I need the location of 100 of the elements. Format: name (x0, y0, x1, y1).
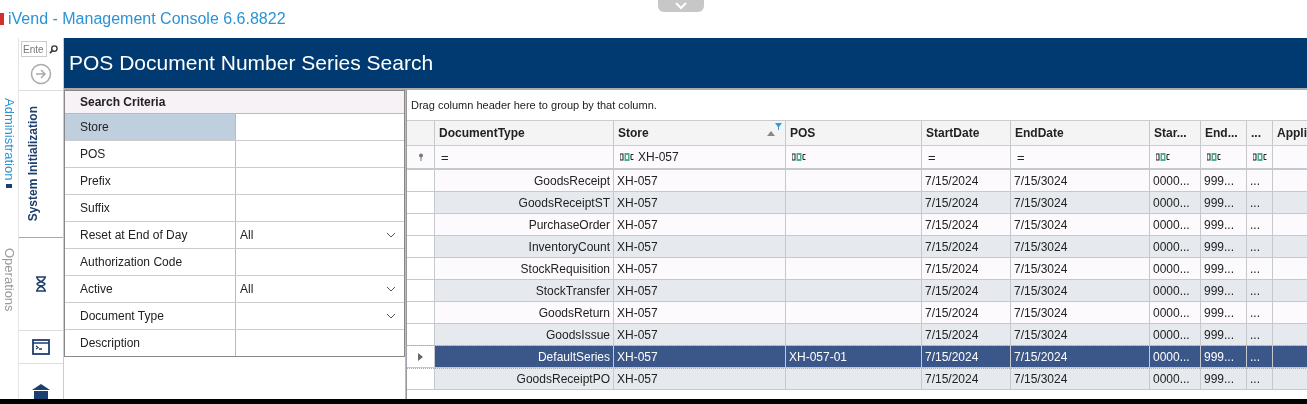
table-cell: ... (1250, 217, 1260, 232)
table-cell: 999... (1204, 217, 1235, 232)
arrow-right-circle-icon[interactable] (30, 63, 52, 85)
column-header[interactable]: DocumentType (435, 121, 614, 145)
chevron-down-icon (386, 286, 396, 292)
table-cell: ... (1250, 327, 1260, 342)
table-cell: GoodsReceiptPO (516, 371, 610, 386)
criteria-label[interactable]: Prefix (65, 168, 236, 194)
criteria-label[interactable]: Authorization Code (65, 249, 236, 275)
table-cell: XH-057 (617, 327, 658, 342)
table-cell: PurchaseOrder (528, 217, 610, 232)
criteria-label[interactable]: Reset at End of Day (65, 222, 236, 248)
filter-operator[interactable]: = (1017, 149, 1025, 165)
table-cell: 7/15/3024 (1014, 305, 1068, 320)
dropdown-field[interactable]: All (236, 276, 404, 302)
selection-bar (6, 184, 12, 188)
table-row[interactable]: PurchaseOrder XH-057 7/15/2024 7/15/3024 0000... 999... ... (407, 214, 1307, 236)
table-cell: 7/15/2024 (925, 327, 979, 342)
collapse-tab[interactable] (658, 0, 704, 12)
table-cell: 999... (1204, 349, 1235, 364)
criteria-label[interactable]: Description (65, 330, 236, 356)
table-cell: 7/15/2024 (925, 173, 979, 188)
table-cell: 0000... (1153, 327, 1190, 342)
table-cell: ... (1250, 239, 1260, 254)
criteria-label[interactable]: Active (65, 276, 236, 302)
table-cell: 7/15/2024 (925, 239, 979, 254)
group-by-hint: Drag column header here to group by that column. (410, 98, 658, 113)
table-cell: 7/15/3024 (1014, 239, 1068, 254)
search-icon[interactable] (49, 44, 58, 54)
table-cell: ... (1250, 349, 1260, 364)
table-cell: ... (1250, 371, 1260, 386)
table-cell: ... (1250, 173, 1260, 188)
column-header[interactable]: StartDate (922, 121, 1011, 145)
column-header[interactable]: End... (1201, 121, 1247, 145)
table-cell: 0000... (1153, 371, 1190, 386)
window-title: iVend - Management Console 6.6.8822 (8, 10, 286, 28)
table-cell: XH-057 (617, 217, 658, 232)
terminal-icon[interactable] (32, 339, 50, 355)
table-cell: 7/15/2024 (925, 261, 979, 276)
hourglass-icon[interactable] (35, 276, 47, 292)
table-row[interactable]: GoodsIssue XH-057 7/15/2024 7/15/3024 0000... 999... ... (407, 324, 1307, 346)
table-cell: 999... (1204, 305, 1235, 320)
search-field[interactable]: Ente (21, 41, 47, 57)
app-logo-icon (0, 13, 4, 25)
filter-value[interactable]: XH-057 (638, 150, 679, 164)
table-row[interactable]: DefaultSeries XH-057 XH-057-01 7/15/2024 7/15/2024 0000... 999... ... (407, 346, 1307, 368)
table-cell: 7/15/3024 (1014, 261, 1068, 276)
table-row[interactable]: GoodsReceipt XH-057 7/15/2024 7/15/3024 0000... 999... ... (407, 170, 1307, 192)
table-cell: 999... (1204, 173, 1235, 188)
table-cell: 0000... (1153, 283, 1190, 298)
table-row[interactable]: GoodsReturn XH-057 7/15/2024 7/15/3024 0000... 999... ... (407, 302, 1307, 324)
table-cell: 999... (1204, 195, 1235, 210)
text-filter-icon[interactable] (1207, 153, 1221, 161)
dropdown-field[interactable]: All (236, 222, 404, 248)
table-cell: XH-057 (617, 371, 658, 386)
criteria-label[interactable]: Store (65, 114, 236, 140)
table-cell: XH-057 (617, 283, 658, 298)
table-row[interactable]: StockRequisition XH-057 7/15/2024 7/15/3024 0000... 999... ... (407, 258, 1307, 280)
table-cell: ... (1250, 261, 1260, 276)
table-cell: 7/15/2024 (925, 305, 979, 320)
table-cell: 0000... (1153, 195, 1190, 210)
table-cell: XH-057-01 (789, 349, 848, 364)
text-filter-icon[interactable] (1156, 153, 1170, 161)
table-cell: StockTransfer (535, 283, 610, 298)
table-cell: XH-057 (617, 195, 658, 210)
criteria-label[interactable]: Document Type (65, 303, 236, 329)
filter-icon[interactable] (775, 123, 782, 130)
table-cell: 999... (1204, 261, 1235, 276)
text-filter-icon[interactable] (620, 153, 634, 161)
table-cell: 7/15/2024 (1014, 349, 1068, 364)
sort-ascending-icon (767, 130, 775, 136)
table-cell: 7/15/3024 (1014, 173, 1068, 188)
table-cell: 0000... (1153, 305, 1190, 320)
column-header[interactable]: Star... (1150, 121, 1201, 145)
table-row[interactable]: GoodsReceiptST XH-057 7/15/2024 7/15/3024 0000... 999... ... (407, 192, 1307, 214)
page-title: POS Document Number Series Search (69, 51, 434, 75)
table-cell: GoodsReturn (538, 305, 610, 320)
table-row[interactable]: StockTransfer XH-057 7/15/2024 7/15/3024 0000... 999... ... (407, 280, 1307, 302)
bank-icon[interactable] (31, 383, 51, 399)
table-cell: 0000... (1153, 217, 1190, 232)
criteria-label[interactable]: POS (65, 141, 236, 167)
table-cell: 7/15/2024 (925, 283, 979, 298)
table-cell: ... (1250, 195, 1260, 210)
criteria-label[interactable]: Suffix (65, 195, 236, 221)
table-row[interactable]: GoodsReceiptPO XH-057 7/15/2024 7/15/3024 0000... 999... ... (407, 368, 1307, 390)
column-header[interactable]: POS (786, 121, 922, 145)
text-filter-icon[interactable] (1253, 153, 1267, 161)
table-cell: 999... (1204, 371, 1235, 386)
column-header[interactable]: ... (1247, 121, 1273, 145)
table-cell: XH-057 (617, 239, 658, 254)
column-header[interactable]: Store (614, 121, 786, 145)
table-row[interactable]: InventoryCount XH-057 7/15/2024 7/15/3024 0000... 999... ... (407, 236, 1307, 258)
filter-operator[interactable]: = (441, 149, 449, 165)
filter-operator[interactable]: = (928, 149, 936, 165)
text-filter-icon[interactable] (792, 153, 806, 161)
table-cell: 7/15/3024 (1014, 195, 1068, 210)
column-header[interactable]: EndDate (1011, 121, 1150, 145)
table-cell: StockRequisition (520, 261, 610, 276)
column-header[interactable]: Appli (1273, 121, 1307, 145)
current-row-icon (418, 352, 423, 361)
